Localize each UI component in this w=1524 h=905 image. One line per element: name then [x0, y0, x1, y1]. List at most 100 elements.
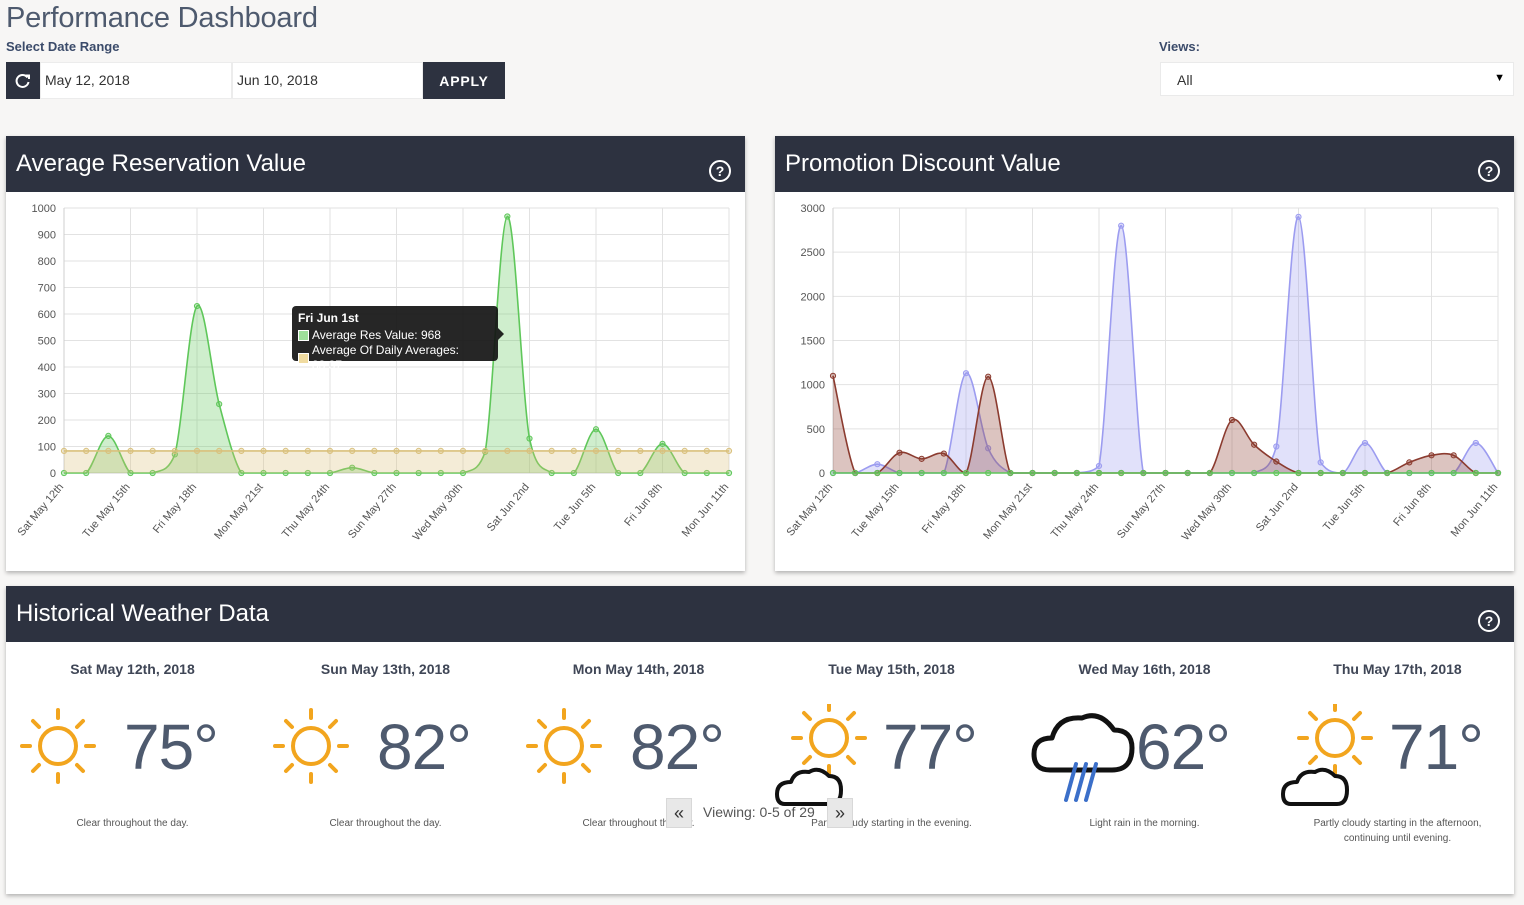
x-tick-label: Thu May 24th: [280, 481, 332, 540]
data-point: [1472, 439, 1479, 447]
data-point: [504, 447, 511, 455]
data-point: [1317, 469, 1324, 477]
y-tick-label: 1000: [801, 380, 825, 392]
data-point: [282, 447, 289, 455]
help-icon[interactable]: ?: [1478, 160, 1500, 182]
x-tick-label: Tue Jun 5th: [1321, 481, 1367, 533]
data-point: [60, 447, 68, 455]
end-date-input[interactable]: Jun 10, 2018: [232, 62, 423, 99]
data-point: [548, 447, 555, 455]
data-point: [1206, 469, 1213, 477]
data-point: [1228, 416, 1236, 424]
y-tick-label: 500: [807, 424, 825, 436]
x-tick-label: Tue May 15th: [850, 481, 902, 540]
data-point: [1007, 469, 1014, 477]
data-point: [238, 447, 245, 455]
data-point: [437, 447, 444, 455]
data-point: [526, 447, 533, 455]
start-date-input[interactable]: May 12, 2018: [40, 62, 232, 99]
data-point: [482, 447, 489, 455]
data-point: [1162, 469, 1169, 477]
y-tick-label: 2500: [801, 247, 825, 259]
data-point: [592, 426, 600, 433]
data-point: [681, 447, 688, 455]
data-point: [829, 372, 837, 379]
y-tick-label: 0: [50, 468, 56, 480]
y-tick-label: 100: [38, 442, 56, 454]
data-point: [940, 450, 947, 457]
date-range-label: Select Date Range: [6, 39, 120, 54]
weather-date: Mon May 14th, 2018: [572, 661, 705, 677]
data-point: [918, 469, 925, 477]
data-point: [1251, 441, 1258, 448]
data-point: [918, 455, 925, 462]
data-point: [1095, 469, 1103, 477]
y-tick-label: 800: [38, 256, 56, 268]
views-select-value: All: [1177, 72, 1193, 88]
data-point: [637, 447, 644, 455]
data-point: [415, 447, 422, 455]
views-label: Views:: [1159, 39, 1200, 54]
next-page-button[interactable]: »: [827, 798, 853, 828]
data-point: [216, 401, 223, 408]
y-tick-label: 500: [38, 336, 56, 348]
green-swatch: [298, 330, 309, 341]
chevron-double-right-icon: »: [834, 802, 845, 823]
weather-temp: 82°: [630, 711, 725, 783]
x-tick-label: Wed May 30th: [411, 481, 466, 543]
data-point: [326, 447, 334, 455]
data-point: [349, 447, 356, 455]
page-title: Performance Dashboard: [6, 2, 318, 34]
y-tick-label: 3000: [801, 203, 825, 215]
data-point: [896, 449, 903, 456]
data-point: [1406, 469, 1413, 477]
data-point: [1140, 469, 1147, 477]
tooltip-title: Fri Jun 1st: [298, 311, 359, 325]
x-tick-label: Fri May 18th: [151, 481, 199, 536]
data-point: [1450, 452, 1457, 459]
data-point: [216, 447, 223, 455]
refresh-button[interactable]: [6, 62, 40, 99]
help-icon[interactable]: ?: [709, 160, 731, 182]
data-point: [1095, 462, 1103, 470]
data-point: [985, 469, 992, 477]
x-tick-label: Mon May 21st: [981, 481, 1035, 542]
data-point: [1251, 469, 1258, 477]
data-point: [1184, 469, 1191, 477]
data-point: [1118, 469, 1125, 477]
data-point: [1295, 213, 1302, 220]
y-tick-label: 1500: [801, 336, 825, 348]
x-tick-label: Mon Jun 11th: [1449, 481, 1501, 539]
data-point: [393, 447, 400, 455]
x-tick-label: Mon Jun 11th: [680, 481, 732, 539]
data-point: [874, 461, 881, 468]
weather-date: Wed May 16th, 2018: [1078, 661, 1211, 677]
x-tick-label: Wed May 30th: [1180, 481, 1235, 543]
data-point: [193, 302, 201, 310]
apply-button[interactable]: APPLY: [423, 62, 505, 99]
avg-res-header: Average Reservation Value ?: [6, 136, 745, 192]
data-point: [985, 373, 992, 380]
x-tick-label: Sun May 27th: [346, 481, 399, 541]
views-select[interactable]: All ▼: [1160, 62, 1514, 96]
x-tick-label: Sat May 12th: [15, 481, 66, 538]
tooltip-row-text: Average Res Value: 968: [312, 328, 441, 342]
x-tick-label: Tue May 15th: [81, 481, 133, 540]
weather-date: Tue May 15th, 2018: [828, 661, 955, 677]
data-point: [962, 469, 970, 477]
data-point: [1228, 469, 1236, 477]
data-point: [852, 469, 859, 477]
prev-page-button[interactable]: «: [666, 798, 692, 828]
data-point: [83, 447, 90, 455]
data-point: [1073, 469, 1080, 477]
data-point: [659, 440, 666, 447]
x-tick-label: Fri May 18th: [920, 481, 968, 536]
tooltip-row: Average Res Value: 968: [298, 328, 492, 343]
data-point: [896, 469, 903, 477]
help-icon[interactable]: ?: [1478, 610, 1500, 632]
x-tick-label: Sat May 12th: [784, 481, 835, 538]
chart-tooltip: Fri Jun 1st Average Res Value: 968 Avera…: [292, 306, 504, 372]
data-point: [1406, 459, 1413, 466]
data-point: [1472, 469, 1479, 477]
data-point: [1273, 469, 1280, 477]
